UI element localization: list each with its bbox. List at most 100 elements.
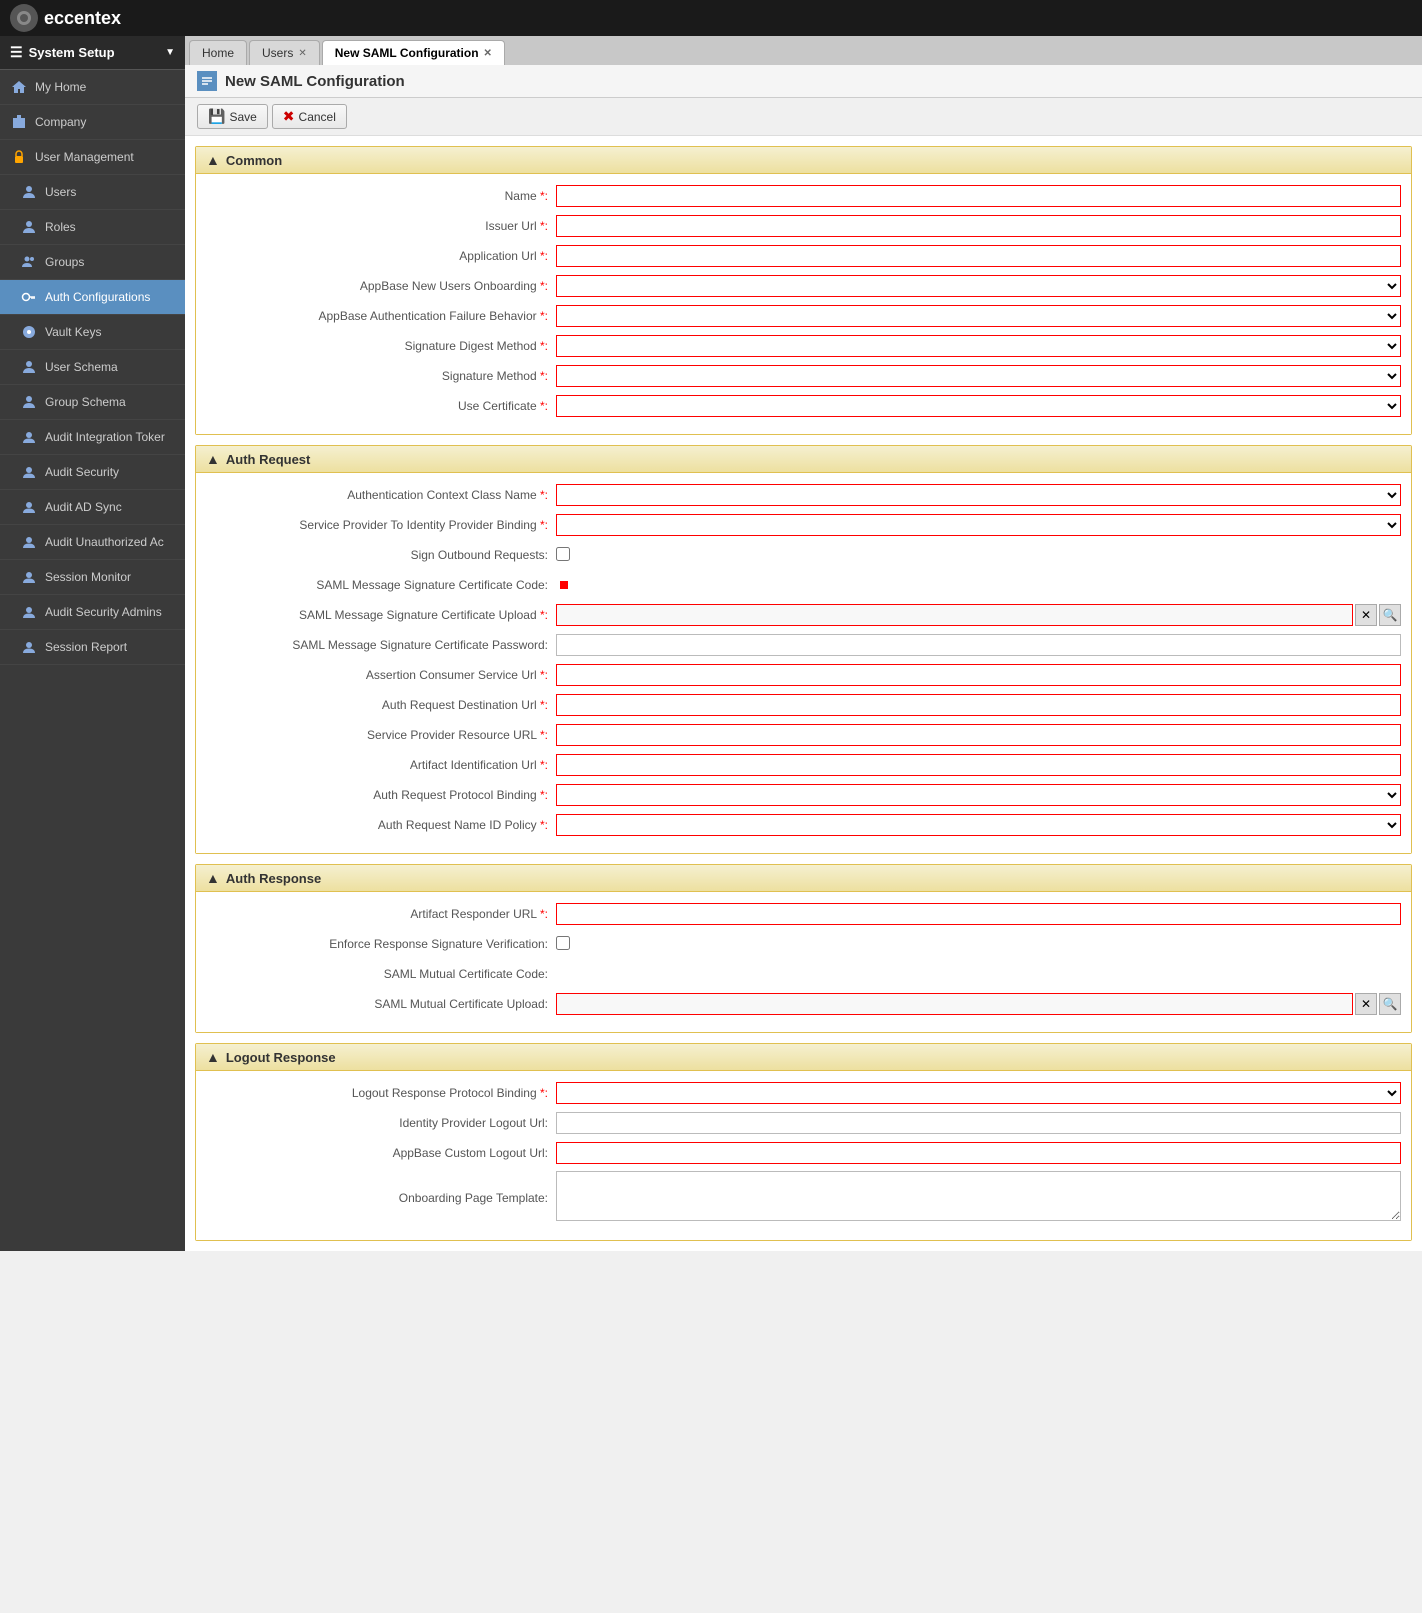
onboarding-template-field	[556, 1171, 1401, 1224]
sidebar-item-audit-ad-sync[interactable]: Audit AD Sync	[0, 490, 185, 525]
sig-digest-select[interactable]	[556, 335, 1401, 357]
sidebar-label-my-home: My Home	[35, 80, 86, 94]
logout-response-section-header[interactable]: ▲ Logout Response	[196, 1044, 1411, 1071]
session-monitor-icon	[20, 568, 38, 586]
sidebar-item-audit-unauthorized[interactable]: Audit Unauthorized Ac	[0, 525, 185, 560]
sidebar-item-session-report[interactable]: Session Report	[0, 630, 185, 665]
artifact-responder-row: Artifact Responder URL *:	[206, 902, 1401, 926]
onboarding-template-textarea[interactable]	[556, 1171, 1401, 1221]
sidebar-collapse-icon[interactable]: ▼	[165, 47, 175, 58]
sidebar-item-roles[interactable]: Roles	[0, 210, 185, 245]
logout-protocol-select[interactable]	[556, 1082, 1401, 1104]
sidebar-item-session-monitor[interactable]: Session Monitor	[0, 560, 185, 595]
auth-request-section-title: Auth Request	[226, 452, 311, 467]
sidebar-item-auth-configurations[interactable]: Auth Configurations	[0, 280, 185, 315]
sign-outbound-checkbox[interactable]	[556, 547, 570, 561]
sidebar-item-groups[interactable]: Groups	[0, 245, 185, 280]
app-url-required: *:	[540, 249, 548, 263]
sp-idp-required: *:	[540, 518, 548, 532]
auth-request-toggle-icon: ▲	[206, 451, 220, 467]
audit-ad-sync-icon	[20, 498, 38, 516]
saml-cert-pwd-input[interactable]	[556, 634, 1401, 656]
assertion-consumer-required: *:	[540, 668, 548, 682]
saml-cert-search-icon[interactable]: 🔍	[1379, 604, 1401, 626]
onboarding-template-label: Onboarding Page Template:	[206, 1191, 556, 1205]
hamburger-icon[interactable]: ☰	[10, 44, 23, 61]
sidebar-item-user-schema[interactable]: User Schema	[0, 350, 185, 385]
name-field	[556, 185, 1401, 207]
auth-req-dest-input[interactable]	[556, 694, 1401, 716]
auth-response-section-header[interactable]: ▲ Auth Response	[196, 865, 1411, 892]
app-logo: eccentex	[10, 4, 121, 32]
application-url-input[interactable]	[556, 245, 1401, 267]
saml-mutual-cert-upload-input[interactable]	[556, 993, 1353, 1015]
name-input[interactable]	[556, 185, 1401, 207]
sidebar-item-company[interactable]: Company	[0, 105, 185, 140]
sidebar-item-audit-security[interactable]: Audit Security	[0, 455, 185, 490]
common-section-header[interactable]: ▲ Common	[196, 147, 1411, 174]
tab-bar: Home Users ✕ New SAML Configuration ✕	[185, 36, 1422, 65]
saml-cert-pwd-label: SAML Message Signature Certificate Passw…	[206, 638, 556, 652]
user-schema-icon	[20, 358, 38, 376]
sidebar-item-vault-keys[interactable]: Vault Keys	[0, 315, 185, 350]
tab-users-close-icon[interactable]: ✕	[298, 48, 306, 59]
sp-resource-input[interactable]	[556, 724, 1401, 746]
logout-protocol-field	[556, 1082, 1401, 1104]
saml-cert-pwd-field	[556, 634, 1401, 656]
appbase-auth-failure-select[interactable]	[556, 305, 1401, 327]
sidebar-item-audit-security-admins[interactable]: Audit Security Admins	[0, 595, 185, 630]
assertion-consumer-input[interactable]	[556, 664, 1401, 686]
appbase-new-users-select[interactable]	[556, 275, 1401, 297]
saml-mutual-cert-upload-row: SAML Mutual Certificate Upload: ✕ 🔍	[206, 992, 1401, 1016]
artifact-id-input[interactable]	[556, 754, 1401, 776]
sidebar-item-audit-integration-token[interactable]: Audit Integration Toker	[0, 420, 185, 455]
saml-mutual-cert-clear-icon[interactable]: ✕	[1355, 993, 1377, 1015]
save-button[interactable]: 💾 Save	[197, 104, 268, 129]
auth-protocol-row: Auth Request Protocol Binding *:	[206, 783, 1401, 807]
tab-new-saml[interactable]: New SAML Configuration ✕	[322, 40, 505, 65]
auth-protocol-select[interactable]	[556, 784, 1401, 806]
auth-context-row: Authentication Context Class Name *:	[206, 483, 1401, 507]
auth-request-section-header[interactable]: ▲ Auth Request	[196, 446, 1411, 473]
sidebar-item-user-management[interactable]: User Management	[0, 140, 185, 175]
appbase-logout-input[interactable]	[556, 1142, 1401, 1164]
sidebar-item-group-schema[interactable]: Group Schema	[0, 385, 185, 420]
name-required: *:	[540, 189, 548, 203]
application-url-field	[556, 245, 1401, 267]
idp-logout-input[interactable]	[556, 1112, 1401, 1134]
application-url-label: Application Url *:	[206, 249, 556, 263]
cancel-icon: ✖	[283, 108, 295, 125]
auth-context-select[interactable]	[556, 484, 1401, 506]
sidebar-item-users[interactable]: Users	[0, 175, 185, 210]
saml-mutual-cert-search-icon[interactable]: 🔍	[1379, 993, 1401, 1015]
tab-users[interactable]: Users ✕	[249, 40, 320, 65]
auth-request-section: ▲ Auth Request Authentication Context Cl…	[195, 445, 1412, 854]
auth-name-id-select[interactable]	[556, 814, 1401, 836]
issuer-url-input[interactable]	[556, 215, 1401, 237]
sidebar-label-audit-integration-token: Audit Integration Toker	[45, 430, 165, 444]
enforce-response-sig-checkbox[interactable]	[556, 936, 570, 950]
artifact-responder-input[interactable]	[556, 903, 1401, 925]
use-cert-select[interactable]	[556, 395, 1401, 417]
page-title-icon	[197, 71, 217, 91]
saml-cert-upload-input[interactable]	[556, 604, 1353, 626]
tab-home-label: Home	[202, 46, 234, 60]
saml-cert-clear-icon[interactable]: ✕	[1355, 604, 1377, 626]
tab-home[interactable]: Home	[189, 40, 247, 65]
name-label: Name *:	[206, 189, 556, 203]
sidebar-item-my-home[interactable]: My Home	[0, 70, 185, 105]
sig-method-label: Signature Method *:	[206, 369, 556, 383]
sig-method-select[interactable]	[556, 365, 1401, 387]
sidebar-header: ☰ System Setup ▼	[0, 36, 185, 70]
auth-context-label: Authentication Context Class Name *:	[206, 488, 556, 502]
sp-idp-binding-select[interactable]	[556, 514, 1401, 536]
sign-outbound-label: Sign Outbound Requests:	[206, 548, 556, 562]
tab-new-saml-close-icon[interactable]: ✕	[484, 48, 492, 59]
sidebar-label-vault-keys: Vault Keys	[45, 325, 101, 339]
logout-protocol-required: *:	[540, 1086, 548, 1100]
cancel-button[interactable]: ✖ Cancel	[272, 104, 347, 129]
enforce-response-sig-label: Enforce Response Signature Verification:	[206, 937, 556, 951]
artifact-id-label: Artifact Identification Url *:	[206, 758, 556, 772]
auth-context-required: *:	[540, 488, 548, 502]
sp-resource-required: *:	[540, 728, 548, 742]
